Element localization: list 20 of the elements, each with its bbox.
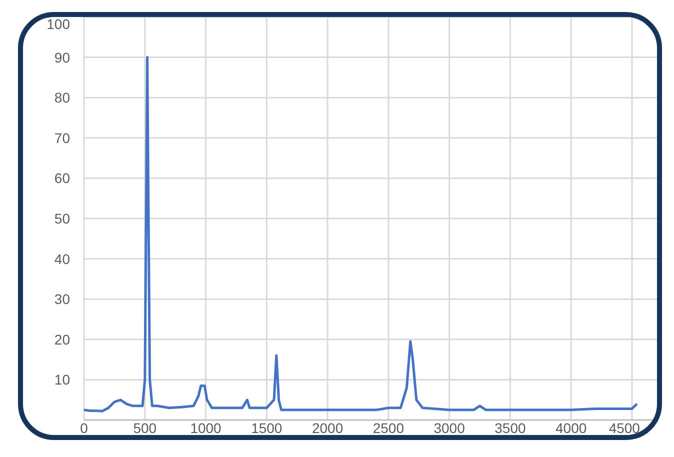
- axis-label: 500: [133, 420, 157, 435]
- axis-label: 90: [54, 49, 70, 66]
- axis-label: 4500: [608, 420, 640, 435]
- axis-label: 2500: [372, 420, 404, 435]
- axis-label: 80: [54, 90, 70, 106]
- axis-label: 3000: [434, 420, 465, 435]
- axis-label: 40: [54, 250, 70, 267]
- axis-label: 0: [80, 420, 88, 435]
- axis-label: 1500: [251, 420, 282, 435]
- axis-label: 60: [54, 170, 70, 186]
- axis-label: 1000: [190, 420, 222, 435]
- axis-label: 10: [54, 372, 70, 388]
- axis-label: 100: [46, 17, 70, 32]
- axis-label: 70: [54, 130, 70, 146]
- axis-label: 2000: [312, 420, 344, 435]
- axis-label: 30: [54, 291, 70, 308]
- axis-label: 50: [54, 210, 70, 226]
- axis-label: 3500: [494, 420, 526, 435]
- axis-label: 4000: [556, 420, 587, 435]
- axis-label: 20: [54, 331, 70, 348]
